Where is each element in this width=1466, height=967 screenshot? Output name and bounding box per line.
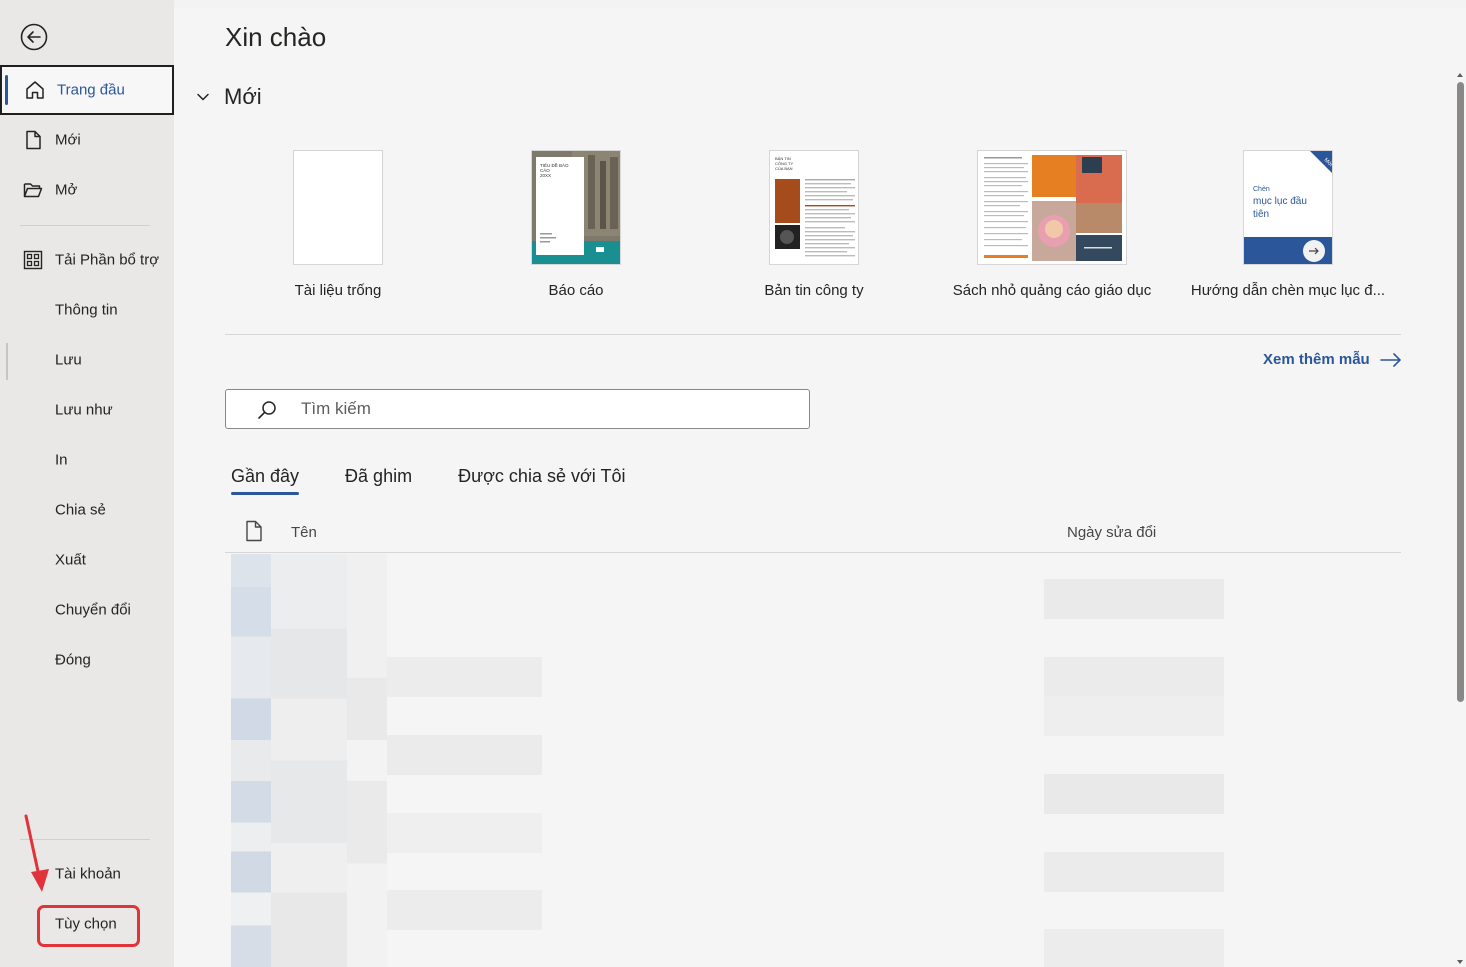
svg-text:CỦA BẠN: CỦA BẠN [775,166,793,171]
home-content: Xin chào Mới Tài liệu trống TIÊU ĐỀ BÁO … [174,8,1466,967]
nav-home-label: Trang đầu [57,81,125,99]
file-list-header: Tên Ngày sửa đổi [225,516,1401,553]
brochure-cover-image [978,151,1126,264]
newsletter-cover-image: BẢN TIN CÔNG TY CỦA BẠN [770,151,858,264]
nav-new[interactable]: Mới [0,115,174,165]
nav-transform[interactable]: Chuyển đổi [0,585,174,635]
open-folder-icon [23,183,43,198]
search-icon [258,401,276,419]
more-templates-label: Xem thêm mẫu [1263,351,1370,368]
list-item[interactable] [1044,657,1224,697]
search-box[interactable] [225,389,810,429]
nav-open-label: Mở [55,181,78,199]
section-divider [225,334,1401,335]
list-item[interactable] [1044,852,1224,892]
nav-info[interactable]: Thông tin [0,285,174,335]
tab-recent[interactable]: Gần đây [225,464,305,495]
tab-pinned[interactable]: Đã ghim [339,464,418,495]
svg-text:mục lục đầu: mục lục đầu [1253,195,1307,207]
back-arrow-icon [20,23,48,51]
nav-transform-label: Chuyển đổi [55,601,131,619]
scroll-up-icon [1457,73,1463,77]
template-name: Bản tin công ty [764,282,864,299]
new-section-header[interactable]: Mới [196,84,262,110]
nav-save-label: Lưu [55,351,82,369]
nav-new-label: Mới [55,131,81,149]
list-item[interactable] [1044,774,1224,814]
nav-addins-label: Tải Phần bổ trợ [55,251,160,269]
template-thumbnail: Mới Chèn mục lục đầu tiên [1243,150,1333,265]
list-item[interactable] [1044,696,1224,736]
nav-save[interactable]: Lưu [0,335,174,385]
template-thumbnail: TIÊU ĐỀ BÁO CÁO 20XX [531,150,621,265]
nav-home[interactable]: Trang đầu [0,65,174,115]
search-input[interactable] [301,396,791,422]
nav-info-label: Thông tin [55,301,118,319]
nav-save-as[interactable]: Lưu như [0,385,174,435]
addins-grid-icon [23,250,43,270]
svg-text:tiên: tiên [1253,209,1269,220]
new-document-icon [26,130,41,150]
nav-export-label: Xuất [55,551,86,569]
file-tabs: Gần đây Đã ghim Được chia sẻ với Tôi [225,464,665,495]
list-item[interactable] [347,554,387,967]
list-item[interactable] [1044,579,1224,619]
list-item[interactable] [387,890,542,930]
list-item[interactable] [231,554,271,967]
nav-open[interactable]: Mở [0,165,174,215]
annotation-highlight-box [37,905,140,947]
list-item[interactable] [1044,929,1224,967]
new-section-title: Mới [224,84,262,109]
home-icon [26,81,44,99]
column-name-header[interactable]: Tên [291,524,317,541]
tab-shared-with-me[interactable]: Được chia sẻ với Tôi [452,464,631,495]
column-modified-header[interactable]: Ngày sửa đổi [1067,524,1156,541]
back-button[interactable] [19,22,49,52]
template-name: Báo cáo [548,282,604,299]
nav-save-as-label: Lưu như [55,401,113,419]
scroll-thumb[interactable] [1457,82,1464,702]
list-item[interactable] [387,657,542,697]
backstage-sidebar: Trang đầu Mới Mở Tải Phần bổ trợ Thông t… [0,0,174,967]
template-name: Tài liệu trống [294,282,382,299]
svg-text:20XX: 20XX [540,173,551,178]
more-templates-link[interactable]: Xem thêm mẫu [1263,351,1402,368]
vertical-scrollbar[interactable] [1454,70,1466,967]
list-item[interactable] [387,813,542,853]
annotation-arrow-icon [24,814,49,892]
scroll-down-icon [1457,960,1463,964]
nav-export[interactable]: Xuất [0,535,174,585]
list-item[interactable] [387,735,542,775]
svg-text:TIÊU ĐỀ BÁO: TIÊU ĐỀ BÁO [540,161,569,168]
nav-close-label: Đóng [55,651,91,669]
template-name: Hướng dẫn chèn mục lục đ... [1190,282,1386,299]
nav-share-label: Chia sẻ [55,501,106,519]
list-item[interactable] [271,554,347,967]
nav-share[interactable]: Chia sẻ [0,485,174,535]
template-name: Sách nhỏ quảng cáo giáo dục [952,282,1152,299]
nav-addins[interactable]: Tải Phần bổ trợ [0,235,174,285]
file-type-icon [246,520,262,542]
chevron-down-icon [197,93,209,101]
template-thumbnail: BẢN TIN CÔNG TY CỦA BẠN [769,150,859,265]
template-thumbnail [977,150,1127,265]
template-thumbnail [293,150,383,265]
nav-print[interactable]: In [0,435,174,485]
nav-account-label: Tài khoản [55,865,121,883]
nav-close[interactable]: Đóng [0,635,174,685]
page-title: Xin chào [225,22,327,52]
arrow-right-icon [1379,352,1401,367]
report-cover-image: TIÊU ĐỀ BÁO CÁO 20XX [532,151,620,264]
nav-print-label: In [55,451,68,469]
toc-cover-image: Mới Chèn mục lục đầu tiên [1244,151,1332,264]
sidebar-divider [20,225,150,226]
svg-text:Chèn: Chèn [1253,186,1270,193]
